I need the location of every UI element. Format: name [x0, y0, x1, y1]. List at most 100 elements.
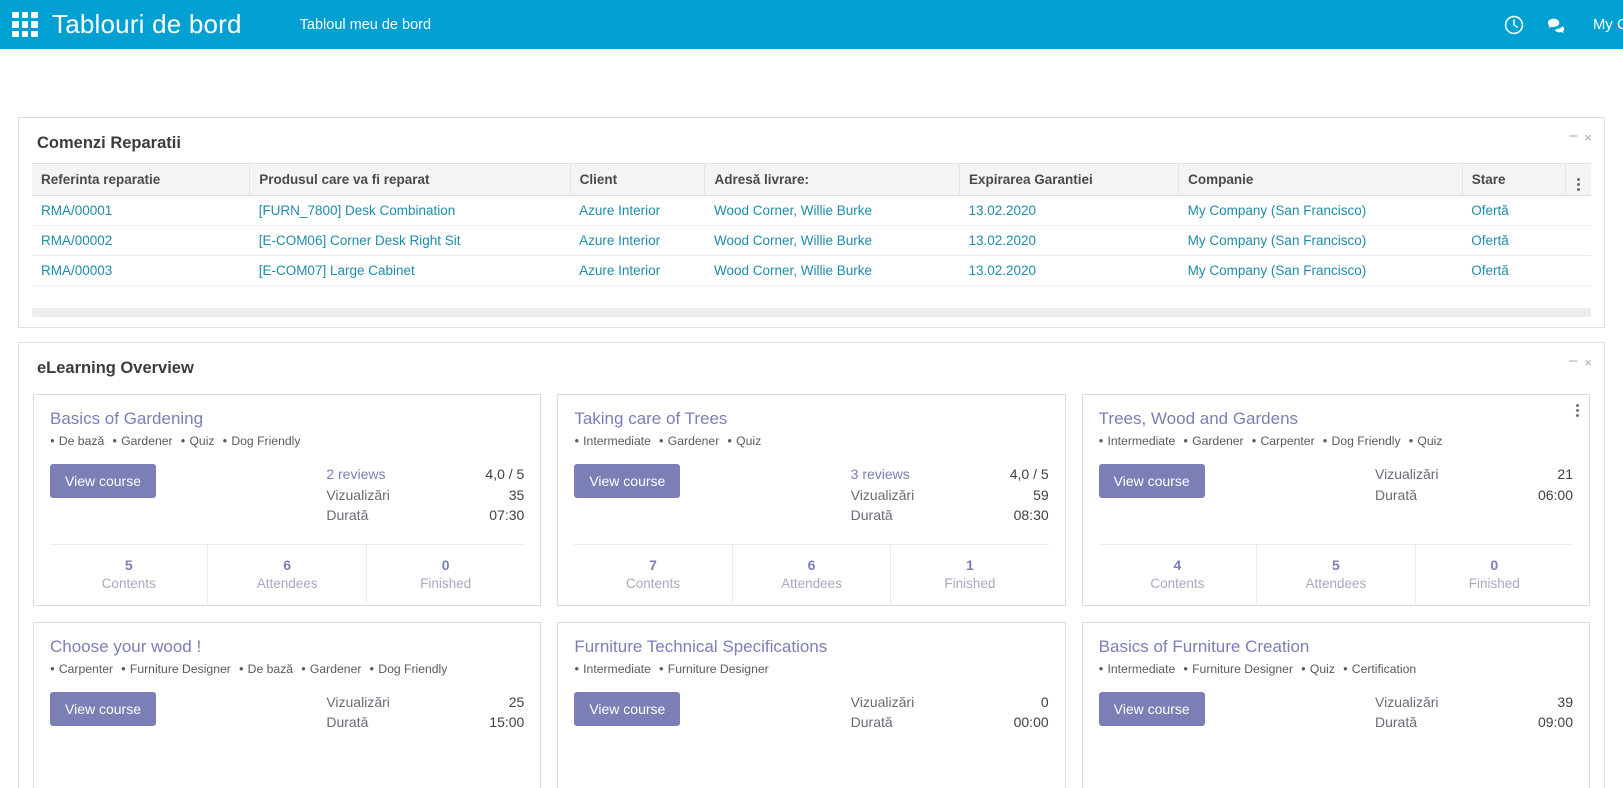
course-title[interactable]: Trees, Wood and Gardens: [1099, 409, 1573, 429]
apps-grid-icon[interactable]: [12, 11, 38, 38]
course-stats-row: 4 Contents 5 Attendees 0 Finished: [1098, 543, 1573, 605]
course-tag: Dog Friendly: [223, 434, 300, 448]
reviews-link[interactable]: 2 reviews: [326, 464, 385, 485]
course-title[interactable]: Choose your wood !: [50, 637, 524, 657]
course-metrics: Vizualizări 25 Durată 15:00: [326, 692, 524, 733]
cell-state[interactable]: Ofertă: [1462, 195, 1565, 226]
cell-product[interactable]: [FURN_7800] Desk Combination: [249, 195, 571, 226]
cell-address[interactable]: Wood Corner, Willie Burke: [704, 195, 960, 226]
minimize-icon[interactable]: –: [1569, 128, 1577, 143]
duration-label: Durată: [850, 714, 893, 730]
view-course-button[interactable]: View course: [50, 464, 157, 498]
course-tag: Furniture Designer: [659, 662, 769, 676]
course-title[interactable]: Taking care of Trees: [574, 409, 1048, 429]
table-row[interactable]: RMA/00003 [E-COM07] Large Cabinet Azure In…: [32, 255, 1591, 286]
course-tag: Quiz: [1301, 662, 1335, 676]
minimize-icon[interactable]: –: [1569, 353, 1577, 368]
cell-product[interactable]: [E-COM07] Large Cabinet: [249, 255, 571, 286]
metric-views: Vizualizări 39: [1375, 692, 1573, 713]
duration-label: Durată: [1375, 486, 1418, 503]
cell-state[interactable]: Ofertă: [1462, 255, 1565, 286]
cell-client[interactable]: Azure Interior: [570, 225, 705, 256]
cell-ref[interactable]: RMA/00003: [32, 255, 250, 286]
clock-icon[interactable]: [1503, 14, 1525, 36]
close-icon[interactable]: ×: [1584, 356, 1592, 369]
cell-company[interactable]: My Company (San Francisco): [1178, 225, 1463, 256]
chat-bubble-icon[interactable]: [1545, 14, 1567, 36]
reviews-link[interactable]: 3 reviews: [851, 464, 910, 485]
dashboard-name[interactable]: Tabloul meu de bord: [300, 17, 431, 33]
duration-value: 09:00: [1537, 714, 1573, 730]
view-course-button[interactable]: View course: [50, 691, 157, 726]
table-options-icon[interactable]: [1576, 177, 1580, 191]
cell-ref[interactable]: RMA/00002: [32, 225, 250, 256]
course-options-icon[interactable]: [1576, 404, 1579, 417]
course-stats-row: 5 Contents 6 Attendees 0 Finished: [50, 543, 525, 605]
column-header-warranty[interactable]: Expirarea Garantiei: [959, 163, 1180, 196]
view-course-button[interactable]: View course: [1098, 691, 1205, 726]
course-tag: Furniture Designer: [121, 662, 231, 676]
duration-label: Durată: [326, 507, 369, 523]
stat-attendees[interactable]: 6 Attendees: [207, 544, 365, 605]
column-header-address[interactable]: Adresă livrare:: [704, 163, 960, 196]
column-header-company[interactable]: Companie: [1178, 163, 1463, 196]
course-tag: Gardener: [112, 434, 173, 448]
view-course-button[interactable]: View course: [1098, 464, 1205, 498]
stat-contents[interactable]: 5 Contents: [50, 545, 207, 605]
course-tag: Quiz: [727, 434, 761, 448]
user-menu-label[interactable]: My Comp: [1593, 16, 1623, 33]
repairs-panel-header: Comenzi Reparatii – ×: [19, 118, 1604, 163]
course-middle-row: View course Vizualizări 0 Durată 00:00: [574, 691, 1049, 733]
contents-count: 7: [649, 556, 657, 573]
elearning-panel-title: eLearning Overview: [37, 359, 194, 377]
cell-client[interactable]: Azure Interior: [570, 195, 705, 226]
table-row[interactable]: RMA/00001 [FURN_7800] Desk Combination Azu…: [32, 195, 1591, 226]
cell-warranty[interactable]: 13.02.2020: [959, 225, 1179, 256]
cell-warranty[interactable]: 13.02.2020: [959, 195, 1179, 226]
column-header-state[interactable]: Stare: [1462, 163, 1566, 196]
course-middle-row: View course Vizualizări 25 Durată 15:00: [50, 691, 524, 733]
horizontal-scrollbar[interactable]: [32, 308, 1591, 317]
column-header-client[interactable]: Client: [570, 163, 706, 196]
repairs-panel-controls: – ×: [1569, 128, 1592, 145]
cell-warranty[interactable]: 13.02.2020: [959, 255, 1179, 286]
stat-finished[interactable]: 0 Finished: [365, 544, 524, 605]
course-title[interactable]: Furniture Technical Specifications: [574, 637, 1048, 657]
course-metrics: 2 reviews 4,0 / 5 Vizualizări 35 Durată 07:30: [326, 464, 524, 526]
cell-client[interactable]: Azure Interior: [570, 255, 705, 286]
stat-finished[interactable]: 0 Finished: [1414, 544, 1573, 605]
stat-finished[interactable]: 1 Finished: [890, 544, 1048, 605]
view-course-button[interactable]: View course: [574, 464, 681, 498]
course-metrics: Vizualizări 39 Durată 09:00: [1375, 692, 1573, 733]
cell-address[interactable]: Wood Corner, Willie Burke: [704, 255, 960, 286]
table-row[interactable]: RMA/00002 [E-COM06] Corner Desk Right Sit…: [32, 225, 1591, 256]
cell-product[interactable]: [E-COM06] Corner Desk Right Sit: [249, 225, 571, 256]
view-course-button[interactable]: View course: [574, 691, 681, 726]
rating-value: 4,0 / 5: [1009, 466, 1049, 482]
cell-state[interactable]: Ofertă: [1462, 225, 1565, 256]
course-title[interactable]: Basics of Gardening: [50, 409, 524, 429]
attendees-count: 5: [1331, 556, 1340, 573]
course-tags: Carpenter Furniture Designer De bază Garden…: [50, 662, 524, 676]
cell-company[interactable]: My Company (San Francisco): [1178, 195, 1463, 226]
cell-spacer: [1565, 195, 1591, 226]
duration-value: 07:30: [489, 507, 525, 523]
dashboard-page: Comenzi Reparatii – × Referinta reparati…: [0, 117, 1623, 788]
course-metrics: 3 reviews 4,0 / 5 Vizualizări 59 Durată 08:30: [851, 464, 1049, 526]
course-title[interactable]: Basics of Furniture Creation: [1099, 637, 1573, 657]
stat-attendees[interactable]: 6 Attendees: [731, 544, 890, 605]
views-value: 59: [1033, 486, 1049, 503]
cell-company[interactable]: My Company (San Francisco): [1178, 255, 1463, 286]
column-options-header[interactable]: [1565, 163, 1591, 196]
column-header-ref[interactable]: Referinta reparatie: [32, 163, 251, 196]
close-icon[interactable]: ×: [1584, 131, 1592, 144]
stat-attendees[interactable]: 5 Attendees: [1256, 544, 1414, 605]
cell-ref[interactable]: RMA/00001: [32, 195, 250, 226]
cell-address[interactable]: Wood Corner, Willie Burke: [704, 225, 960, 256]
stat-contents[interactable]: 4 Contents: [1099, 545, 1256, 605]
stat-contents[interactable]: 7 Contents: [574, 545, 731, 605]
views-label: Vizualizări: [1375, 466, 1439, 482]
course-metrics: Vizualizări 21 Durată 06:00: [1375, 464, 1573, 505]
course-middle-row: View course Vizualizări 21 Durată 06:00: [1098, 464, 1573, 505]
column-header-product[interactable]: Produsul care va fi reparat: [249, 163, 571, 196]
